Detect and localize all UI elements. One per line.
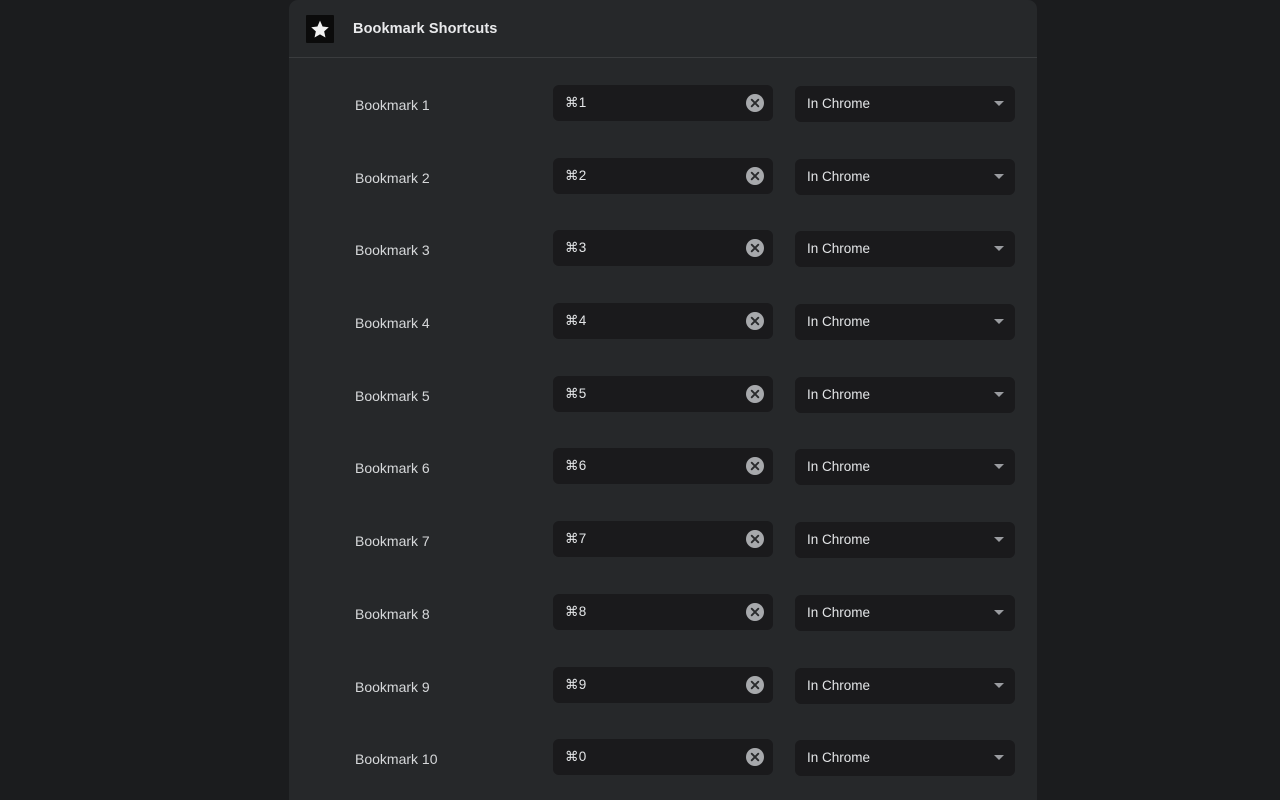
shortcut-value: ⌘1 bbox=[565, 95, 587, 110]
chevron-down-icon bbox=[994, 609, 1004, 615]
shortcut-input-5[interactable]: ⌘5 bbox=[553, 375, 773, 412]
bookmark-label: Bookmark 3 bbox=[355, 242, 430, 259]
table-row: Bookmark 1 ⌘1 In Chrome bbox=[289, 85, 1037, 158]
mode-dropdown-8[interactable]: In Chrome bbox=[795, 594, 1015, 631]
mode-dropdown-5[interactable]: In Chrome bbox=[795, 376, 1015, 413]
app-window: Bookmark Shortcuts Bookmark 1 ⌘1 In Chro… bbox=[0, 0, 1280, 800]
table-row: Bookmark 4 ⌘4 In Chrome bbox=[289, 303, 1037, 376]
shortcut-input-2[interactable]: ⌘2 bbox=[553, 157, 773, 194]
table-row: Bookmark 6 ⌘6 In Chrome bbox=[289, 448, 1037, 521]
table-row: Bookmark 7 ⌘7 In Chrome bbox=[289, 521, 1037, 594]
mode-dropdown-10[interactable]: In Chrome bbox=[795, 740, 1015, 777]
bookmark-label: Bookmark 9 bbox=[355, 678, 430, 695]
bookmark-label: Bookmark 1 bbox=[355, 97, 430, 113]
chevron-down-icon bbox=[994, 319, 1004, 325]
bookmark-label: Bookmark 5 bbox=[355, 387, 430, 404]
chevron-down-icon bbox=[994, 246, 1004, 252]
mode-value: In Chrome bbox=[807, 168, 871, 184]
page-title: Bookmark Shortcuts bbox=[353, 21, 498, 37]
mode-dropdown-4[interactable]: In Chrome bbox=[795, 304, 1015, 341]
bookmark-label: Bookmark 4 bbox=[355, 315, 430, 332]
chevron-down-icon bbox=[994, 173, 1004, 179]
table-row: Bookmark 8 ⌘8 In Chrome bbox=[289, 593, 1037, 667]
shortcut-input-1[interactable]: ⌘1 bbox=[553, 85, 773, 121]
mode-value: In Chrome bbox=[807, 459, 871, 475]
shortcut-rows: Bookmark 1 ⌘1 In Chrome Bookmark 2 ⌘2 In… bbox=[289, 58, 1037, 800]
table-row: Bookmark 9 ⌘9 In Chrome bbox=[289, 666, 1037, 740]
mode-value: In Chrome bbox=[807, 386, 871, 402]
mode-dropdown-7[interactable]: In Chrome bbox=[795, 522, 1015, 559]
chevron-down-icon bbox=[994, 464, 1004, 470]
shortcut-value: ⌘7 bbox=[565, 531, 587, 547]
clear-circle-icon[interactable] bbox=[745, 384, 765, 404]
table-row: Bookmark 3 ⌘3 In Chrome bbox=[289, 230, 1037, 303]
bookmark-label: Bookmark 8 bbox=[355, 605, 430, 622]
mode-value: In Chrome bbox=[807, 750, 871, 766]
table-row: Bookmark 2 ⌘2 In Chrome bbox=[289, 157, 1037, 231]
shortcut-value: ⌘2 bbox=[565, 167, 587, 183]
chevron-down-icon bbox=[994, 537, 1004, 543]
shortcut-value: ⌘6 bbox=[565, 458, 587, 474]
shortcut-input-6[interactable]: ⌘6 bbox=[553, 448, 773, 485]
shortcut-value: ⌘9 bbox=[565, 676, 587, 692]
shortcut-input-9[interactable]: ⌘9 bbox=[553, 666, 773, 703]
mode-value: In Chrome bbox=[807, 677, 871, 693]
mode-value: In Chrome bbox=[807, 314, 871, 330]
panel-header: Bookmark Shortcuts bbox=[289, 0, 1037, 58]
mode-value: In Chrome bbox=[807, 532, 871, 548]
clear-circle-icon[interactable] bbox=[745, 238, 765, 258]
chevron-down-icon bbox=[994, 101, 1004, 106]
mode-value: In Chrome bbox=[807, 96, 871, 111]
shortcut-value: ⌘0 bbox=[565, 749, 587, 765]
mode-dropdown-6[interactable]: In Chrome bbox=[795, 449, 1015, 486]
bookmark-label: Bookmark 2 bbox=[355, 169, 430, 186]
clear-circle-icon[interactable] bbox=[745, 747, 765, 767]
shortcut-input-4[interactable]: ⌘4 bbox=[553, 303, 773, 340]
mode-dropdown-9[interactable]: In Chrome bbox=[795, 667, 1015, 704]
mode-value: In Chrome bbox=[807, 241, 871, 257]
clear-circle-icon[interactable] bbox=[745, 602, 765, 622]
clear-circle-icon[interactable] bbox=[745, 456, 765, 476]
star-icon bbox=[306, 15, 334, 43]
mode-dropdown-2[interactable]: In Chrome bbox=[795, 158, 1015, 195]
clear-circle-icon[interactable] bbox=[745, 675, 765, 695]
shortcut-input-3[interactable]: ⌘3 bbox=[553, 230, 773, 267]
clear-circle-icon[interactable] bbox=[745, 529, 765, 549]
bookmark-label: Bookmark 10 bbox=[355, 751, 438, 768]
chevron-down-icon bbox=[994, 682, 1004, 688]
shortcut-input-7[interactable]: ⌘7 bbox=[553, 521, 773, 558]
shortcut-value: ⌘8 bbox=[565, 603, 587, 619]
shortcut-input-8[interactable]: ⌘8 bbox=[553, 593, 773, 630]
clear-circle-icon[interactable] bbox=[745, 93, 765, 113]
mode-value: In Chrome bbox=[807, 604, 871, 620]
chevron-down-icon bbox=[994, 391, 1004, 397]
table-row: Bookmark 5 ⌘5 In Chrome bbox=[289, 375, 1037, 449]
shortcut-value: ⌘5 bbox=[565, 385, 587, 401]
clear-circle-icon[interactable] bbox=[745, 311, 765, 331]
bookmark-label: Bookmark 6 bbox=[355, 460, 430, 477]
chevron-down-icon bbox=[994, 755, 1004, 761]
table-row: Bookmark 10 ⌘0 In Chrome bbox=[289, 739, 1037, 800]
clear-circle-icon[interactable] bbox=[745, 166, 765, 186]
bookmark-label: Bookmark 7 bbox=[355, 533, 430, 550]
shortcut-input-10[interactable]: ⌘0 bbox=[553, 739, 773, 776]
bookmark-shortcuts-panel: Bookmark Shortcuts Bookmark 1 ⌘1 In Chro… bbox=[289, 0, 1037, 800]
mode-dropdown-1[interactable]: In Chrome bbox=[795, 86, 1015, 122]
mode-dropdown-3[interactable]: In Chrome bbox=[795, 231, 1015, 268]
shortcut-value: ⌘3 bbox=[565, 240, 587, 256]
shortcut-value: ⌘4 bbox=[565, 313, 587, 329]
